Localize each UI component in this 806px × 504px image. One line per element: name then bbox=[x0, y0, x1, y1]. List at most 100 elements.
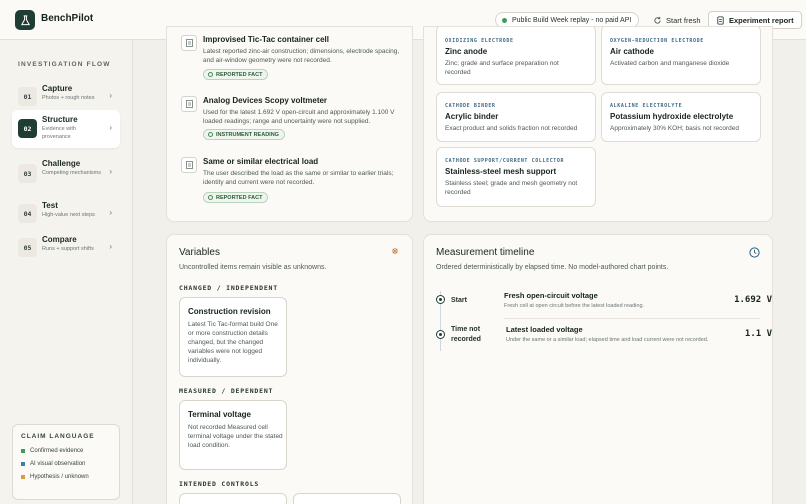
component-role: OXIDIZING ELECTRODE bbox=[445, 38, 514, 44]
step-subtitle: Evidence with provenance bbox=[42, 126, 76, 140]
chevron-right-icon: › bbox=[109, 123, 112, 132]
step-subtitle: Runs + support shifts bbox=[42, 246, 94, 252]
changed-variable-card[interactable]: Construction revision Latest Tic Tac-for… bbox=[179, 297, 287, 377]
step-name: Structure bbox=[42, 115, 78, 124]
legend-label: Hypothesis / unknown bbox=[30, 474, 89, 480]
component-role: CATHODE BINDER bbox=[445, 103, 496, 109]
status-pill-label: Public Build Week replay - no paid API bbox=[512, 16, 632, 24]
step-compare[interactable]: 05 Compare Runs + support shifts › bbox=[12, 231, 120, 265]
timeline-subtitle: Ordered deterministically by elapsed tim… bbox=[436, 264, 669, 271]
chevron-right-icon: › bbox=[109, 91, 112, 100]
status-dot-icon bbox=[502, 17, 507, 23]
step-number: 05 bbox=[18, 238, 37, 257]
variable-title: Construction revision bbox=[188, 307, 271, 316]
measured-variable-card[interactable]: Terminal voltage Not recorded Measured c… bbox=[179, 400, 287, 470]
component-description: Zinc; grade and surface preparation not … bbox=[445, 60, 559, 76]
component-role: OXYGEN-REDUCTION ELECTRODE bbox=[610, 38, 704, 44]
measured-section-label: MEASURED / DEPENDENT bbox=[179, 387, 274, 395]
document-icon bbox=[181, 35, 197, 51]
component-name: Zinc anode bbox=[445, 47, 488, 56]
timeline-entry[interactable]: Time not recorded Latest loaded voltage … bbox=[436, 323, 772, 353]
evidence-panel: Improvised Tic-Tac container cell Latest… bbox=[166, 26, 413, 222]
step-subtitle: Photos + rough notes bbox=[42, 95, 95, 101]
variable-description: Latest Tic Tac-format build One or more … bbox=[188, 321, 278, 364]
timeline-dot-icon bbox=[436, 295, 445, 304]
component-card[interactable]: ALKALINE ELECTROLYTE Potassium hydroxide… bbox=[601, 92, 761, 142]
legend-hypothesis: Hypothesis / unknown bbox=[21, 474, 89, 480]
component-role: CATHODE SUPPORT/CURRENT COLLECTOR bbox=[445, 158, 565, 164]
legend-ai-observation: AI visual observation bbox=[21, 461, 85, 467]
flow-title: INVESTIGATION FLOW bbox=[18, 61, 111, 68]
timeline-title: Measurement timeline bbox=[436, 247, 535, 258]
check-circle-icon bbox=[208, 132, 213, 137]
claim-language-title: CLAIM LANGUAGE bbox=[21, 433, 95, 440]
step-number: 03 bbox=[18, 164, 37, 183]
component-card[interactable]: OXIDIZING ELECTRODE Zinc anode Zinc; gra… bbox=[436, 27, 596, 85]
variables-title: Variables bbox=[179, 247, 220, 258]
variables-info-icon[interactable]: ⦻ bbox=[390, 246, 400, 256]
refresh-icon bbox=[654, 16, 661, 24]
evidence-description: The user described the load as the same … bbox=[203, 170, 394, 186]
timeline-panel: Measurement timeline Ordered determinist… bbox=[423, 234, 773, 504]
step-name: Compare bbox=[42, 235, 77, 244]
step-capture[interactable]: 01 Capture Photos + rough notes › bbox=[12, 80, 120, 114]
component-name: Stainless-steel mesh support bbox=[445, 167, 557, 176]
legend-label: Confirmed evidence bbox=[30, 448, 84, 454]
evidence-description: Used for the latest 1.692 V open-circuit… bbox=[203, 109, 395, 125]
step-subtitle: High-value next steps bbox=[42, 212, 95, 218]
evidence-title: Improvised Tic-Tac container cell bbox=[203, 35, 329, 44]
legend-swatch bbox=[21, 475, 25, 479]
chevron-right-icon: › bbox=[109, 208, 112, 217]
step-test[interactable]: 04 Test High-value next steps › bbox=[12, 197, 120, 231]
changed-section-label: CHANGED / INDEPENDENT bbox=[179, 284, 278, 292]
check-circle-icon bbox=[208, 195, 213, 200]
evidence-title: Same or similar electrical load bbox=[203, 157, 319, 166]
badge-label: REPORTED FACT bbox=[216, 194, 263, 201]
check-circle-icon bbox=[208, 72, 213, 77]
document-icon bbox=[181, 157, 197, 173]
step-challenge[interactable]: 03 Challenge Competing mechanisms › bbox=[12, 155, 120, 189]
app-title: BenchPilot bbox=[41, 13, 94, 24]
badge-label: REPORTED FACT bbox=[216, 71, 263, 78]
clock-icon bbox=[749, 245, 760, 263]
step-number: 01 bbox=[18, 87, 37, 106]
component-role: ALKALINE ELECTROLYTE bbox=[610, 103, 683, 109]
components-panel: OXIDIZING ELECTRODE Zinc anode Zinc; gra… bbox=[423, 26, 773, 222]
variable-title: Terminal voltage bbox=[188, 410, 251, 419]
component-card[interactable]: OXYGEN-REDUCTION ELECTRODE Air cathode A… bbox=[601, 27, 761, 85]
control-card[interactable] bbox=[293, 493, 401, 504]
timeline-dot-icon bbox=[436, 330, 445, 339]
component-name: Potassium hydroxide electrolyte bbox=[610, 112, 734, 121]
controls-section-label: INTENDED CONTROLS bbox=[179, 480, 260, 488]
legend-label: AI visual observation bbox=[30, 461, 86, 467]
chevron-right-icon: › bbox=[109, 242, 112, 251]
timeline-entry[interactable]: Start Fresh open-circuit voltage Fresh c… bbox=[436, 288, 772, 318]
measurement-value: 1.692 V bbox=[734, 295, 772, 305]
reported-fact-badge: REPORTED FACT bbox=[203, 69, 269, 80]
badge-label: INSTRUMENT READING bbox=[216, 131, 279, 138]
component-description: Activated carbon and manganese dioxide bbox=[610, 60, 730, 67]
evidence-title: Analog Devices Scopy voltmeter bbox=[203, 96, 328, 105]
timeline-time: Start bbox=[451, 297, 467, 304]
step-name: Challenge bbox=[42, 159, 81, 168]
variables-subtitle: Uncontrolled items remain visible as unk… bbox=[179, 264, 327, 271]
document-icon bbox=[181, 96, 197, 112]
measurement-name: Latest loaded voltage bbox=[506, 325, 583, 334]
step-name: Test bbox=[42, 201, 58, 210]
measurement-description: Fresh cell at open circuit before the la… bbox=[504, 303, 645, 309]
variables-panel: Variables ⦻ Uncontrolled items remain vi… bbox=[166, 234, 413, 504]
step-subtitle: Competing mechanisms bbox=[42, 170, 101, 176]
component-name: Acrylic binder bbox=[445, 112, 499, 121]
component-card[interactable]: CATHODE BINDER Acrylic binder Exact prod… bbox=[436, 92, 596, 142]
control-card[interactable] bbox=[179, 493, 287, 504]
legend-confirmed: Confirmed evidence bbox=[21, 448, 83, 454]
component-description: Approximately 30% KOH; basis not recorde… bbox=[610, 125, 739, 132]
measurement-description: Under the same or a similar load; elapse… bbox=[506, 337, 709, 343]
start-fresh-label: Start fresh bbox=[666, 15, 701, 25]
instrument-reading-badge: INSTRUMENT READING bbox=[203, 129, 285, 140]
component-card[interactable]: CATHODE SUPPORT/CURRENT COLLECTOR Stainl… bbox=[436, 147, 596, 207]
step-structure[interactable]: 02 Structure Evidence with provenance › bbox=[12, 110, 120, 148]
claim-language-legend: CLAIM LANGUAGE Confirmed evidence AI vis… bbox=[12, 424, 120, 500]
timeline-time: Time not recorded bbox=[451, 326, 481, 343]
evidence-description: Latest reported zinc-air construction; d… bbox=[203, 48, 400, 64]
